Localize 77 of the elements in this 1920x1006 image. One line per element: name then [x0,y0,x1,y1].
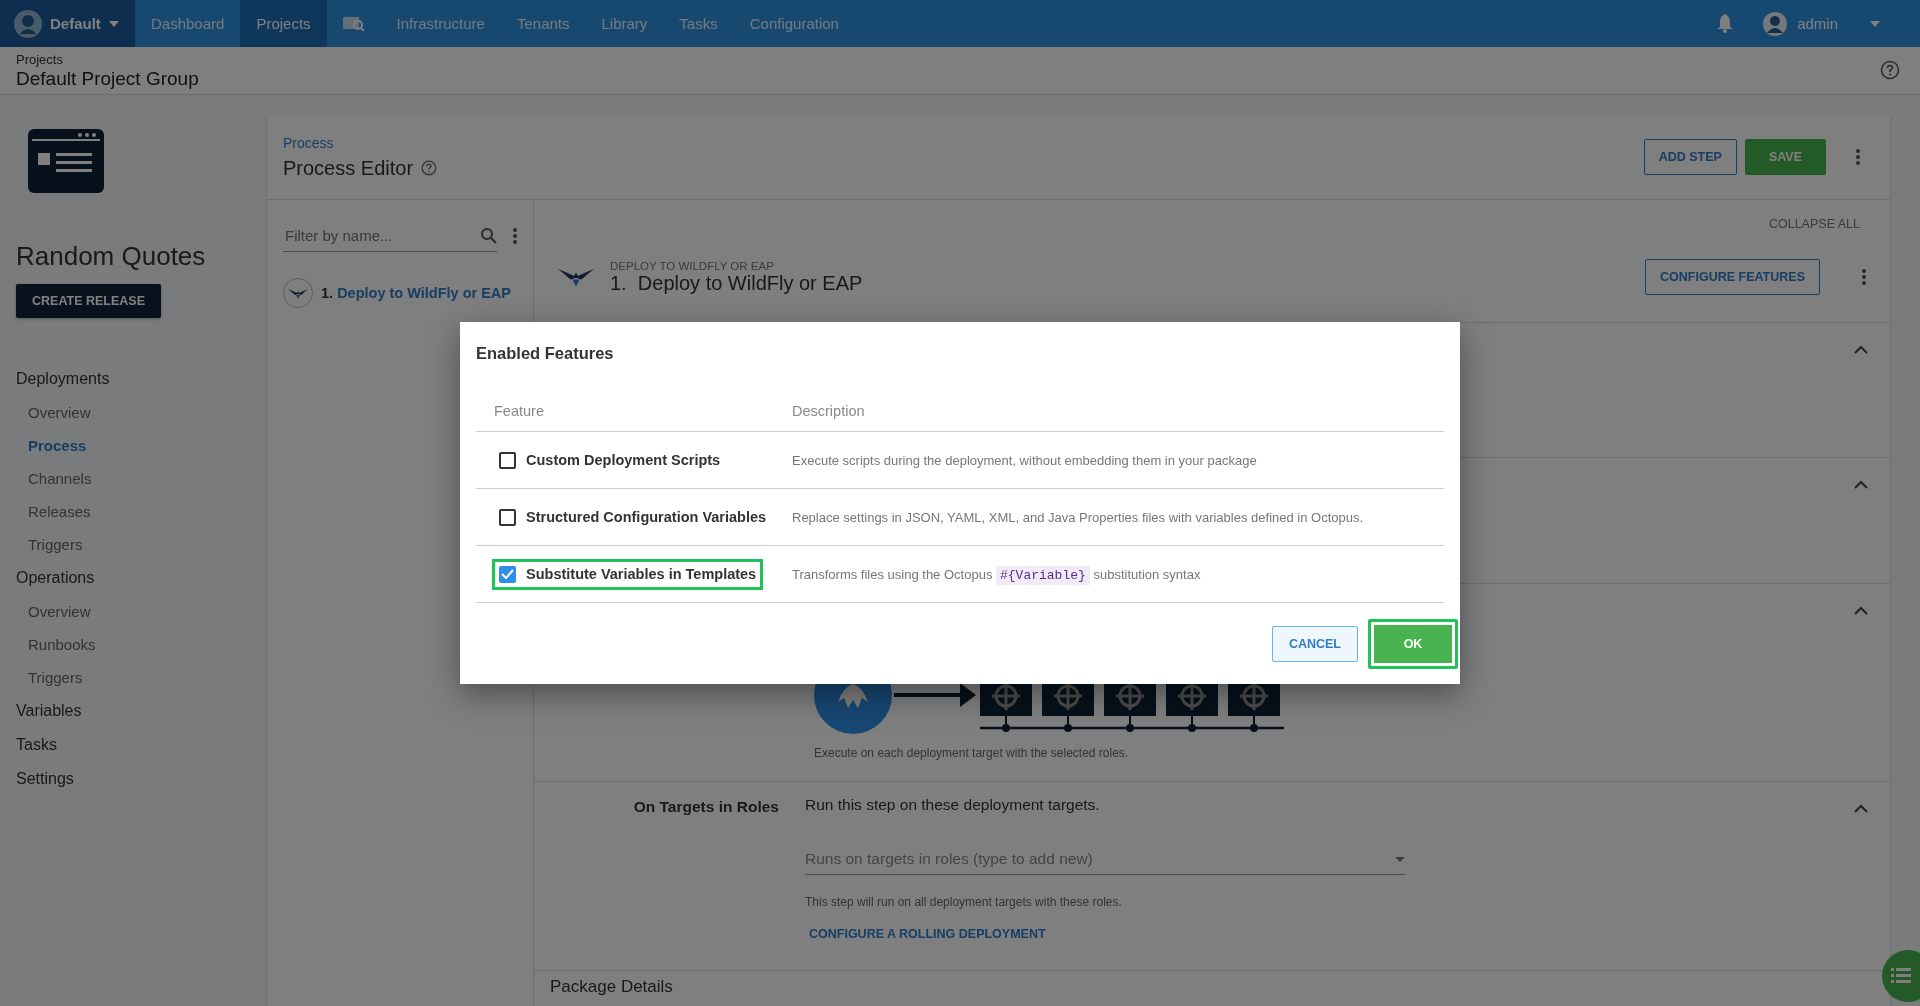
org-switcher[interactable]: Default [0,0,135,47]
step-type: DEPLOY TO WILDFLY OR EAP [610,259,775,272]
section-label: On Targets in Roles [632,797,779,817]
feature-checkbox[interactable]: Custom Deployment Scripts [492,444,728,476]
section-summary: Run this step on these deployment targets. [805,796,1100,813]
chevron-up-icon[interactable] [1854,345,1868,354]
ok-button[interactable]: OK [1368,619,1458,669]
filter-field[interactable]: Filter by name... [283,226,481,245]
bird-icon [288,287,308,299]
rolling-deployment-link[interactable]: CONFIGURE A ROLLING DEPLOYMENT [809,927,1046,941]
project-name: Random Quotes [16,241,207,272]
feature-description: Execute scripts during the deployment, without embedding them in your package [792,453,1257,468]
save-button[interactable]: SAVE [1744,139,1826,175]
avatar-icon [1763,11,1788,36]
step-title: 1. Deploy to WildFly or EAP [610,271,864,295]
more-icon[interactable] [513,228,517,244]
feature-checkbox[interactable]: Substitute Variables in Templates [492,558,764,590]
sidebar-item[interactable]: Triggers [16,528,95,561]
sidebar-item[interactable]: Overview [16,396,103,429]
feature-description: Replace settings in JSON, YAML, XML, and Java Properties files with variables defined in Octopus. [792,510,1364,525]
section-title: Package Details [549,976,674,997]
help-icon[interactable] [421,160,438,176]
dialog-title: Enabled Features [476,344,615,363]
monitor-search-icon [342,16,365,31]
chevron-up-icon[interactable] [1854,804,1868,813]
caret-icon [1395,856,1405,862]
sidebar-item[interactable]: Process [16,429,99,462]
add-step-button[interactable]: ADD STEP [1643,139,1737,175]
nav-tab[interactable]: Dashboard [135,0,241,47]
breadcrumb-link[interactable]: Projects [16,52,63,67]
roles-dropdown[interactable]: Runs on targets in roles (type to add new) [805,844,1405,875]
sidebar-group[interactable]: Tasks [16,728,57,762]
caret-icon [108,20,119,27]
sidebar-item[interactable]: Releases [16,495,103,528]
feature-checkbox[interactable]: Structured Configuration Variables [492,501,774,533]
sidebar-group[interactable]: Variables [16,694,82,728]
help-icon[interactable] [1880,60,1900,80]
browser-window-icon [28,129,104,193]
sidebar-group[interactable]: Settings [16,762,74,796]
step-link[interactable]: 1. Deploy to WildFly or EAP [321,285,511,301]
avatar-icon [14,9,42,38]
chevron-up-icon[interactable] [1854,480,1868,489]
nav-tab[interactable]: Configuration [733,0,855,47]
task-list-button[interactable] [1882,950,1920,1002]
nav-tab[interactable]: Infrastructure [380,0,501,47]
diagram-caption: Execute on each deployment target with the selected roles. [814,746,1129,760]
user-menu[interactable]: admin [1733,0,1920,47]
checkmark-icon [501,569,514,579]
bird-icon [558,267,594,287]
feature-description: Transforms files using the Octopus #{Variable} substitution syntax [792,567,1201,582]
collapse-all-link[interactable]: COLLAPSE ALL [1762,216,1866,232]
nav-tab[interactable]: Tasks [663,0,734,47]
column-header: Feature [476,403,792,432]
bell-icon[interactable] [1717,14,1734,33]
cancel-button[interactable]: CANCEL [1271,626,1358,662]
breadcrumb-link[interactable]: Process [283,134,334,151]
column-header: Description [792,403,1444,432]
caret-icon [1870,20,1880,27]
nav-tab[interactable]: Projects [240,0,327,47]
sidebar-item[interactable]: Overview [16,595,103,628]
search-icon[interactable] [481,227,497,244]
list-icon [1891,968,1911,984]
more-icon[interactable] [1856,149,1860,165]
field-hint: This step will run on all deployment targets with these roles. [805,895,1123,909]
sidebar-item[interactable]: Runbooks [16,628,108,661]
sidebar-item[interactable]: Channels [16,462,104,495]
nav-tab[interactable]: Tenants [500,0,586,47]
section-title: Process Editor [283,156,414,180]
sidebar-group[interactable]: Operations [16,561,95,595]
nav-tab[interactable]: Library [585,0,664,47]
configure-features-button[interactable]: CONFIGURE FEATURES [1645,259,1820,295]
create-release-button[interactable]: CREATE RELEASE [16,284,161,318]
page-title: Default Project Group [16,68,199,90]
sidebar-item[interactable]: Triggers [16,661,95,694]
chevron-up-icon[interactable] [1854,606,1868,615]
more-icon[interactable] [1862,269,1866,285]
sidebar-group[interactable]: Deployments [16,362,110,396]
